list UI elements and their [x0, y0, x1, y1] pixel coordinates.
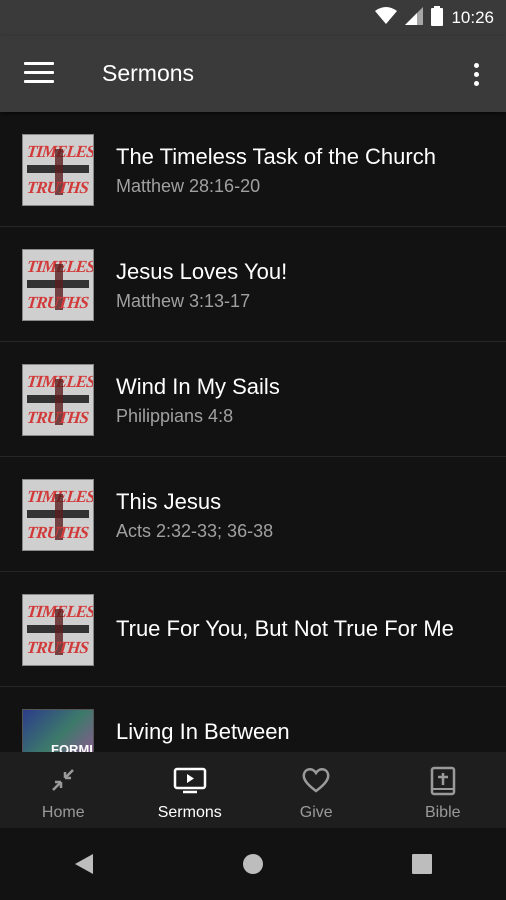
- sermon-thumbnail: TIMELESS TRUTHS: [22, 594, 94, 666]
- nav-bible-label: Bible: [424, 804, 461, 821]
- sermon-thumbnail: TIMELESS TRUTHS: [22, 249, 94, 321]
- wifi-icon: [375, 6, 398, 30]
- sermon-thumbnail: FORMI: [22, 709, 94, 752]
- sermon-title: True For You, But Not True For Me: [116, 616, 454, 641]
- home-circle-icon[interactable]: [233, 844, 273, 884]
- more-options-icon[interactable]: [464, 58, 488, 90]
- sermon-thumbnail: TIMELESS TRUTHS: [22, 479, 94, 551]
- sermon-title: Wind In My Sails: [116, 374, 280, 399]
- recents-square-icon[interactable]: [402, 844, 442, 884]
- sermon-list-item[interactable]: TIMELESS TRUTHS The Timeless Task of the…: [0, 112, 506, 227]
- sermon-title: Jesus Loves You!: [116, 259, 288, 284]
- system-navigation-bar: [0, 828, 506, 900]
- bottom-navigation: Home Sermons Give Bible: [0, 752, 506, 828]
- sermon-title: The Timeless Task of the Church: [116, 144, 436, 169]
- nav-sermons-label: Sermons: [157, 804, 222, 821]
- signal-icon: [405, 6, 424, 30]
- sermon-reference: Matthew 28:16-20: [116, 176, 261, 196]
- sermon-reference: Matthew 3:13-17: [116, 291, 251, 311]
- sermon-list: TIMELESS TRUTHS The Timeless Task of the…: [0, 112, 506, 752]
- sermon-list-item[interactable]: FORMI Living In Between: [0, 687, 506, 752]
- sermon-list-item[interactable]: TIMELESS TRUTHS True For You, But Not Tr…: [0, 572, 506, 687]
- page-title: Sermons: [102, 60, 195, 86]
- tv-play-icon: [173, 766, 207, 799]
- sermon-title: This Jesus: [116, 489, 222, 514]
- sermon-thumbnail: TIMELESS TRUTHS: [22, 134, 94, 206]
- nav-bible[interactable]: Bible: [380, 752, 506, 828]
- nav-give-label: Give: [299, 804, 333, 821]
- sermon-title: Living In Between: [116, 719, 290, 744]
- sermon-list-item[interactable]: TIMELESS TRUTHS Jesus Loves You! Matthew…: [0, 227, 506, 342]
- sermon-list-item[interactable]: TIMELESS TRUTHS Wind In My Sails Philipp…: [0, 342, 506, 457]
- collapse-arrows-icon: [49, 766, 77, 799]
- heart-icon: [301, 766, 331, 799]
- menu-icon[interactable]: [24, 62, 54, 86]
- sermon-reference: Philippians 4:8: [116, 406, 234, 426]
- app-bar: Sermons: [0, 36, 506, 112]
- status-time: 10:26: [451, 8, 494, 27]
- battery-icon: [431, 5, 444, 31]
- back-icon[interactable]: [64, 844, 104, 884]
- nav-home-label: Home: [41, 804, 85, 821]
- nav-sermons[interactable]: Sermons: [127, 752, 254, 828]
- status-bar: 10:26: [0, 0, 506, 36]
- sermon-reference: Acts 2:32-33; 36-38: [116, 521, 274, 541]
- sermon-thumbnail: TIMELESS TRUTHS: [22, 364, 94, 436]
- bible-book-icon: [430, 766, 456, 801]
- sermon-list-item[interactable]: TIMELESS TRUTHS This Jesus Acts 2:32-33;…: [0, 457, 506, 572]
- nav-give[interactable]: Give: [253, 752, 380, 828]
- nav-home[interactable]: Home: [0, 752, 127, 828]
